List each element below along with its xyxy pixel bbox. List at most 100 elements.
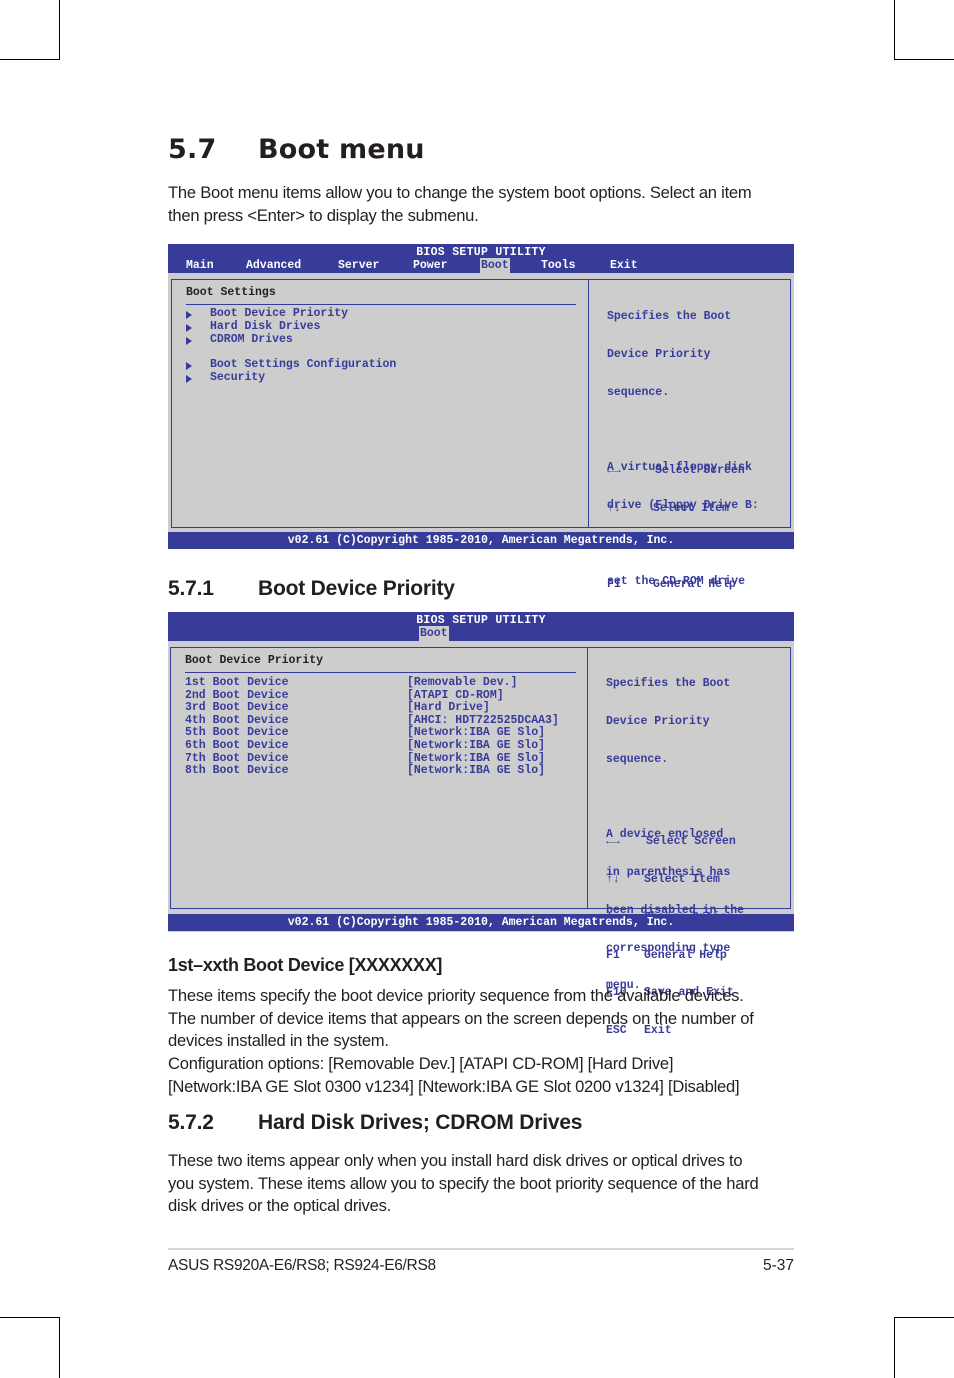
key-action: Select Screen	[655, 464, 745, 478]
key-label: F1	[607, 577, 621, 591]
help-line: sequence.	[606, 752, 669, 766]
desc-line: devices installed in the system.	[168, 1031, 389, 1051]
subsection-number: 5.7.1	[168, 577, 214, 600]
subsection-title: Boot Device Priority	[258, 577, 455, 600]
intro-line: then press <Enter> to display the submen…	[168, 206, 479, 225]
tab-power[interactable]: Power	[412, 258, 449, 273]
crop-mark-bottom-left-h	[0, 1317, 60, 1318]
tab-server[interactable]: Server	[337, 258, 380, 273]
boot-device-value[interactable]: [ATAPI CD-ROM]	[407, 689, 504, 702]
bios-pane-divider	[587, 647, 588, 909]
boot-device-label[interactable]: 5th Boot Device	[185, 726, 289, 739]
bios-copyright-footer: v02.61 (C)Copyright 1985-2010, American …	[168, 914, 794, 931]
intro-line: The Boot menu items allow you to change …	[168, 183, 752, 202]
footer-product-name: ASUS RS920A-E6/RS8; RS924-E6/RS8	[168, 1257, 436, 1274]
submenu-arrow-icon	[186, 362, 192, 370]
crop-mark-bottom-right-h	[894, 1317, 954, 1318]
section-intro: The Boot menu items allow you to change …	[168, 181, 752, 227]
boot-device-label[interactable]: 8th Boot Device	[185, 764, 289, 777]
desc-line: disk drives or the optical drives.	[168, 1196, 391, 1215]
menu-item-cdrom-drives[interactable]: CDROM Drives	[210, 333, 293, 346]
desc-line: The number of device items that appears …	[168, 1008, 754, 1028]
footer-page-number: 5-37	[762, 1257, 794, 1274]
help-line: sequence.	[607, 385, 670, 399]
desc-line: you system. These items allow you to spe…	[168, 1173, 759, 1193]
boot-device-value[interactable]: [Network:IBA GE Slo]	[407, 739, 545, 752]
header-rule	[185, 672, 576, 673]
key-left-right-arrows-icon: ←→	[606, 835, 620, 849]
crop-mark-top-right-h	[894, 59, 954, 60]
crop-mark-bottom-left-v	[59, 1317, 60, 1378]
key-row: ←→ Select Screen	[607, 464, 755, 478]
menu-item-boot-settings-configuration[interactable]: Boot Settings Configuration	[210, 358, 396, 371]
boot-device-value[interactable]: [Network:IBA GE Slo]	[407, 752, 545, 765]
tab-boot[interactable]: Boot	[419, 626, 449, 641]
section-heading: 5.7 Boot menu	[168, 134, 425, 165]
item-description: These items specify the boot device prio…	[168, 985, 754, 1099]
bios-top-bar: BIOS SETUP UTILITY Main Advanced Server …	[168, 244, 794, 273]
left-pane-header: Boot Settings	[186, 286, 276, 299]
tab-main[interactable]: Main	[185, 258, 215, 273]
boot-device-label[interactable]: 3rd Boot Device	[185, 701, 289, 714]
submenu-arrow-icon	[186, 324, 192, 332]
help-line	[606, 792, 744, 805]
boot-device-value[interactable]: [AHCI: HDT722525DCAA3]	[407, 714, 559, 727]
key-row: ←→ Select Screen	[606, 835, 736, 849]
subsection-heading: 5.7.1 Boot Device Priority	[168, 577, 455, 601]
tab-boot[interactable]: Boot	[480, 258, 510, 273]
submenu-arrow-icon	[186, 337, 192, 345]
key-action: Select Item	[653, 501, 729, 515]
crop-mark-top-right-v	[894, 0, 895, 60]
help-line: Device Priority	[607, 347, 711, 361]
tab-exit[interactable]: Exit	[609, 258, 639, 273]
help-line: Device Priority	[606, 714, 710, 728]
key-action: General Help	[644, 948, 727, 962]
boot-device-value[interactable]: [Network:IBA GE Slo]	[407, 726, 545, 739]
key-row: F1 General Help	[607, 577, 755, 592]
subsection-number: 5.7.2	[168, 1111, 214, 1134]
menu-item-boot-device-priority[interactable]: Boot Device Priority	[210, 307, 348, 320]
desc-line: Configuration options: [Removable Dev.] …	[168, 1054, 674, 1074]
desc-line: These items specify the boot device prio…	[168, 986, 744, 1005]
bios-copyright-footer: v02.61 (C)Copyright 1985-2010, American …	[168, 532, 794, 549]
key-row: ↑↓ Select Item	[606, 872, 736, 887]
boot-device-label[interactable]: 1st Boot Device	[185, 676, 289, 689]
bios-pane-divider	[588, 279, 589, 528]
key-row: ↑↓ Select Item	[607, 501, 755, 516]
help-line: Specifies the Boot	[607, 310, 732, 324]
crop-mark-top-left-v	[59, 0, 60, 60]
section-number: 5.7	[168, 134, 217, 165]
desc-line: [Network:IBA GE Slot 0300 v1234] [Ntewor…	[168, 1076, 740, 1096]
submenu-arrow-icon	[186, 375, 192, 383]
key-row: F1 General Help	[606, 948, 736, 963]
boot-device-label[interactable]: 2nd Boot Device	[185, 689, 289, 702]
boot-device-value[interactable]: [Removable Dev.]	[407, 676, 517, 689]
boot-device-label[interactable]: 6th Boot Device	[185, 739, 289, 752]
desc-line: These two items appear only when you ins…	[168, 1151, 743, 1170]
key-action: Select Screen	[646, 835, 736, 849]
boot-device-label[interactable]: 7th Boot Device	[185, 752, 289, 765]
menu-item-security[interactable]: Security	[210, 371, 265, 384]
subsection-title: Hard Disk Drives; CDROM Drives	[258, 1111, 583, 1134]
bios-screen-boot-device-priority: BIOS SETUP UTILITY Boot Boot Device Prio…	[168, 612, 794, 1037]
footer-rule	[168, 1248, 794, 1250]
boot-device-value[interactable]: [Network:IBA GE Slo]	[407, 764, 545, 777]
boot-device-value[interactable]: [Hard Drive]	[407, 701, 490, 714]
tab-advanced[interactable]: Advanced	[245, 258, 302, 273]
help-line	[607, 425, 759, 438]
tab-tools[interactable]: Tools	[540, 258, 577, 273]
section-title: Boot menu	[258, 134, 425, 165]
bios-title: BIOS SETUP UTILITY	[416, 614, 546, 627]
key-action: General Help	[653, 577, 736, 591]
key-left-right-arrows-icon: ←→	[607, 464, 621, 478]
crop-mark-top-left-h	[0, 59, 60, 60]
menu-item-hard-disk-drives[interactable]: Hard Disk Drives	[210, 320, 320, 333]
item-heading: 1st–xxth Boot Device [XXXXXXX]	[168, 955, 443, 975]
subsection-description: These two items appear only when you ins…	[168, 1150, 759, 1218]
header-rule	[186, 304, 576, 305]
key-up-down-arrows-icon: ↑↓	[606, 872, 620, 886]
crop-mark-bottom-right-v	[894, 1317, 895, 1378]
boot-device-label[interactable]: 4th Boot Device	[185, 714, 289, 727]
help-line: Specifies the Boot	[606, 677, 731, 691]
key-up-down-arrows-icon: ↑↓	[607, 501, 621, 515]
